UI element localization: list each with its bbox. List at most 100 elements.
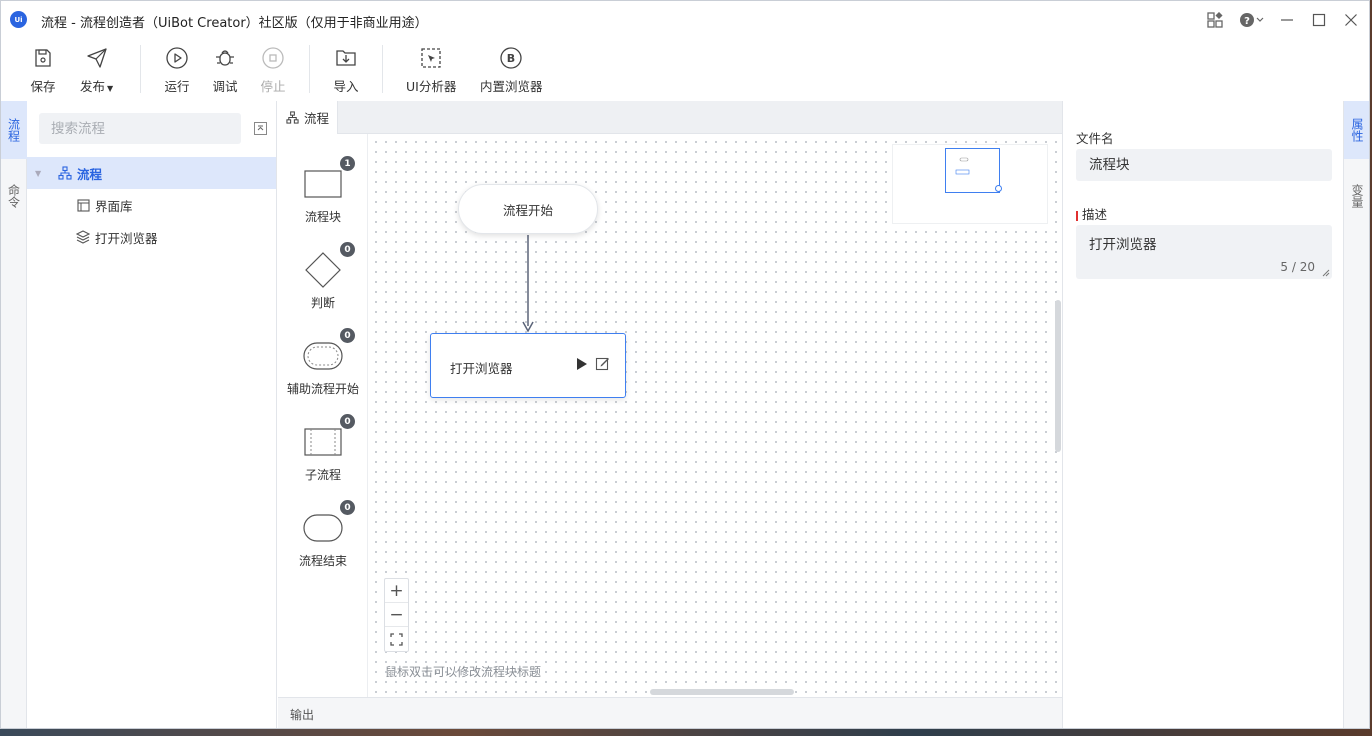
palette-item-aux-start[interactable]: 0 辅助流程开始 — [278, 328, 368, 414]
builtin-browser-label: 内置浏览器 — [480, 79, 543, 94]
dashed-pill-icon — [303, 336, 343, 376]
run-block-icon[interactable] — [575, 357, 589, 371]
title-bar: Ui 流程 - 流程创造者（UiBot Creator）社区版（仅用于非商业用途… — [1, 1, 1369, 37]
diamond-icon — [304, 250, 342, 290]
search-flow-input[interactable] — [39, 113, 241, 144]
edit-block-icon[interactable] — [595, 356, 610, 371]
builtin-browser-button[interactable]: B 内置浏览器 — [480, 45, 543, 95]
tree-item-open-browser[interactable]: 打开浏览器 — [27, 221, 276, 253]
dropdown-caret-icon: ▼ — [107, 84, 114, 93]
ui-analyzer-button[interactable]: UI分析器 — [406, 45, 456, 95]
minimap-viewport[interactable] — [945, 148, 1000, 193]
count-badge: 0 — [340, 242, 355, 257]
import-button[interactable]: 导入 — [333, 45, 359, 95]
palette-label: 流程块 — [304, 210, 341, 224]
tab-flow-doc[interactable]: 流程 — [278, 101, 338, 134]
apps-icon[interactable] — [1204, 9, 1226, 31]
start-node[interactable]: 流程开始 — [458, 184, 598, 234]
char-counter: 5 / 20 — [1280, 260, 1315, 274]
filename-label: 文件名 — [1076, 131, 1114, 146]
collapse-all-icon[interactable] — [254, 122, 267, 135]
zoom-out-button[interactable]: − — [385, 603, 408, 627]
flow-tree-panel: ▼ 流程 界面库 打开浏览器 — [27, 101, 277, 728]
toolbar-divider — [382, 45, 383, 93]
window-title: 流程 - 流程创造者（UiBot Creator）社区版（仅用于非商业用途） — [41, 16, 428, 31]
layers-icon — [75, 229, 91, 245]
horizontal-scrollbar[interactable] — [650, 689, 794, 695]
ui-library-icon — [75, 197, 91, 213]
app-window: Ui 流程 - 流程创造者（UiBot Creator）社区版（仅用于非商业用途… — [0, 0, 1370, 729]
bug-icon — [212, 45, 238, 71]
filename-field[interactable]: 流程块 — [1076, 149, 1332, 181]
description-value: 打开浏览器 — [1089, 237, 1157, 253]
publish-label: 发布 — [80, 79, 106, 94]
help-icon[interactable]: ? — [1237, 9, 1269, 31]
toolbar-divider — [140, 45, 141, 93]
browser-icon: B — [498, 45, 524, 71]
import-label: 导入 — [333, 79, 359, 94]
canvas-hint: 鼠标双击可以修改流程块标题 — [385, 665, 542, 679]
stop-button[interactable]: 停止 — [260, 45, 286, 95]
palette-item-flow-block[interactable]: 1 流程块 — [278, 156, 368, 242]
tab-label: 流程 — [303, 111, 329, 126]
vertical-scrollbar[interactable] — [1055, 300, 1061, 452]
send-icon — [84, 45, 110, 71]
run-button[interactable]: 运行 — [164, 45, 190, 95]
output-label: 输出 — [290, 707, 315, 722]
palette-label: 辅助流程开始 — [286, 382, 359, 396]
tab-properties[interactable]: 属性 — [1344, 101, 1369, 159]
pill-icon — [303, 508, 343, 548]
flow-canvas[interactable]: 流程开始 打开浏览器 + − 鼠标双击可以修改流程块标题 — [368, 134, 1062, 697]
count-badge: 1 — [340, 156, 355, 171]
rectangle-icon — [304, 164, 342, 204]
properties-panel: 文件名 流程块 描述 打开浏览器 5 / 20 — [1062, 101, 1343, 728]
palette-item-decision[interactable]: 0 判断 — [278, 242, 368, 328]
description-field[interactable]: 打开浏览器 5 / 20 — [1076, 225, 1332, 279]
resize-grip-icon[interactable] — [1322, 269, 1330, 277]
publish-button[interactable]: 发布 ▼ — [80, 45, 113, 95]
count-badge: 0 — [340, 414, 355, 429]
right-tab-strip: 属性 变量 — [1343, 101, 1369, 728]
flow-block-node[interactable]: 打开浏览器 — [430, 333, 626, 398]
svg-text:?: ? — [1244, 16, 1250, 27]
block-title: 打开浏览器 — [450, 361, 513, 376]
tree-item-ui-library[interactable]: 界面库 — [27, 189, 276, 221]
palette-item-subflow[interactable]: 0 子流程 — [278, 414, 368, 500]
ui-analyzer-label: UI分析器 — [406, 79, 457, 94]
tree-item-flow[interactable]: ▼ 流程 — [27, 157, 276, 189]
description-label: 描述 — [1082, 207, 1108, 222]
tree-item-label: 打开浏览器 — [95, 230, 158, 246]
save-icon — [30, 45, 56, 71]
minimap[interactable] — [892, 144, 1048, 224]
stop-icon — [260, 45, 286, 71]
debug-label: 调试 — [212, 79, 238, 94]
ui-analyzer-icon — [418, 45, 444, 71]
expand-arrow-icon[interactable]: ▼ — [35, 169, 47, 178]
debug-button[interactable]: 调试 — [212, 45, 238, 95]
flowchart-icon — [286, 111, 299, 124]
save-button[interactable]: 保存 — [30, 45, 56, 95]
tab-commands[interactable]: 命令 — [1, 171, 27, 221]
editor-tab-bar: 流程 — [278, 101, 1062, 134]
stop-label: 停止 — [260, 79, 286, 94]
tab-flow[interactable]: 流程 — [1, 101, 27, 159]
palette-label: 子流程 — [304, 468, 341, 482]
maximize-icon[interactable] — [1308, 9, 1330, 31]
svg-text:B: B — [507, 52, 515, 65]
app-logo-icon: Ui — [10, 11, 27, 28]
palette-item-flow-end[interactable]: 0 流程结束 — [278, 500, 368, 586]
minimap-resize-handle[interactable] — [995, 185, 1002, 192]
tab-variables[interactable]: 变量 — [1344, 171, 1369, 221]
flowchart-icon — [57, 165, 73, 181]
output-panel-tab[interactable]: 输出 — [278, 697, 1062, 728]
subflow-icon — [304, 422, 342, 462]
import-icon — [333, 45, 359, 71]
zoom-in-button[interactable]: + — [385, 579, 408, 603]
count-badge: 0 — [340, 500, 355, 515]
close-icon[interactable] — [1340, 9, 1362, 31]
filename-value: 流程块 — [1089, 157, 1130, 173]
fit-view-button[interactable] — [385, 627, 408, 651]
palette-label: 判断 — [310, 296, 335, 310]
palette-label: 流程结束 — [298, 554, 347, 568]
minimize-icon[interactable] — [1276, 9, 1298, 31]
